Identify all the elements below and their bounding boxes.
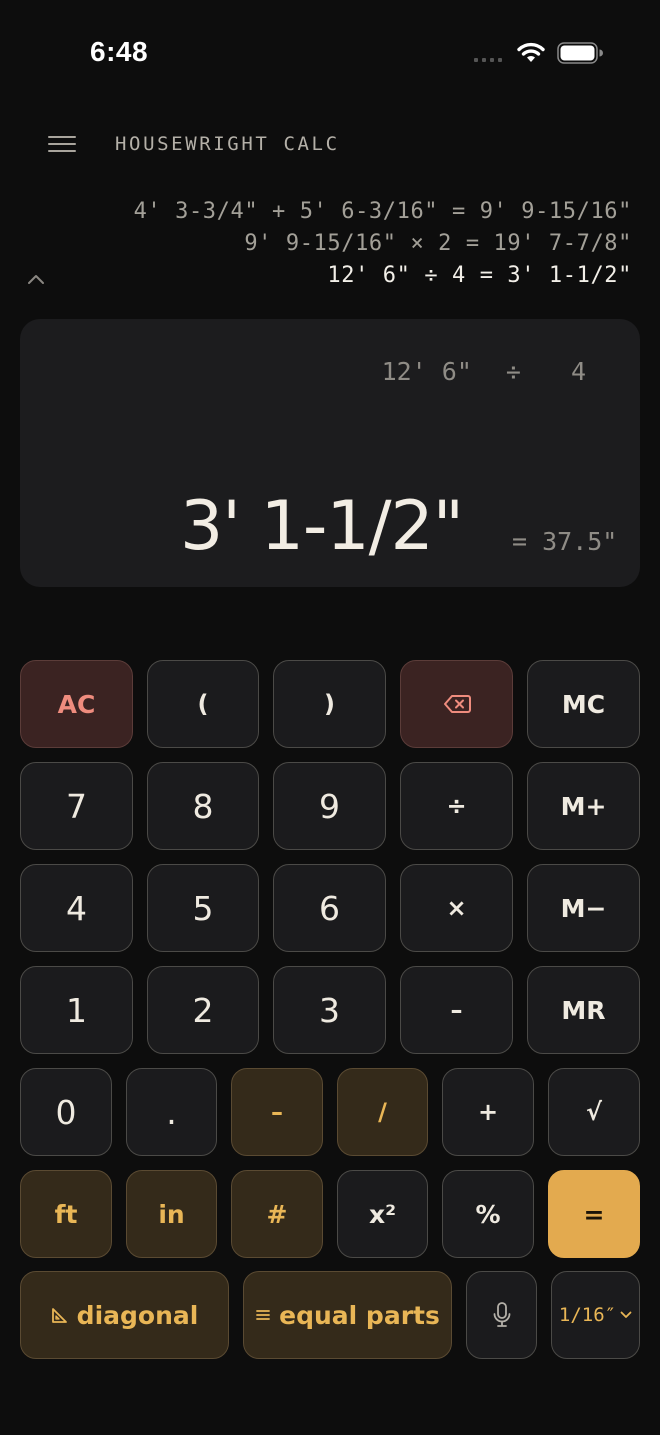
voice-input-button[interactable] — [466, 1271, 537, 1359]
backspace-icon — [443, 695, 471, 713]
key-1[interactable]: 1 — [20, 966, 133, 1054]
app-title: HOUSEWRIGHT CALC — [115, 133, 340, 155]
equal-parts-button[interactable]: equal parts — [243, 1271, 452, 1359]
key-2[interactable]: 2 — [147, 966, 259, 1054]
memory-clear-button[interactable]: MC — [527, 660, 640, 748]
status-time: 6:48 — [90, 36, 149, 67]
backspace-button[interactable] — [400, 660, 513, 748]
expression-line: 12' 6" ÷ 4 — [382, 357, 586, 386]
microphone-icon — [493, 1302, 510, 1327]
equal-parts-label: equal parts — [279, 1300, 440, 1330]
percent-button[interactable]: % — [442, 1170, 534, 1258]
square-root-button[interactable]: √ — [548, 1068, 640, 1156]
wifi-icon — [517, 42, 545, 62]
signal-icon — [474, 58, 502, 62]
key-3[interactable]: 3 — [273, 966, 386, 1054]
operand-1: 12' 6" — [381, 357, 472, 386]
equals-button[interactable]: = — [548, 1170, 640, 1258]
battery-icon — [557, 42, 603, 64]
calculator-display: 12' 6" ÷ 4 3' 1-1/2" = 37.5" — [20, 319, 640, 587]
decimal-equivalent: = 37.5" — [512, 527, 618, 556]
key-8[interactable]: 8 — [147, 762, 259, 850]
history-line-current[interactable]: 12' 6" ÷ 4 = 3' 1-1/2" — [134, 260, 632, 292]
key-0[interactable]: 0 — [20, 1068, 112, 1156]
key-5[interactable]: 5 — [147, 864, 259, 952]
feet-button[interactable]: ft — [20, 1170, 112, 1258]
divide-button[interactable]: ÷ — [400, 762, 513, 850]
fraction-dash-button[interactable]: – — [231, 1068, 323, 1156]
right-paren-button[interactable]: ) — [273, 660, 386, 748]
multiply-button[interactable]: × — [400, 864, 513, 952]
memory-recall-button[interactable]: MR — [527, 966, 640, 1054]
key-9[interactable]: 9 — [273, 762, 386, 850]
memory-add-button[interactable]: M+ — [527, 762, 640, 850]
operand-2: 4 — [570, 357, 586, 386]
precision-value: 1/16″ — [558, 1304, 617, 1326]
decimal-point-button[interactable]: . — [126, 1068, 217, 1156]
add-button[interactable]: + — [442, 1068, 534, 1156]
equal-parts-icon — [256, 1310, 271, 1320]
all-clear-button[interactable]: AC — [20, 660, 133, 748]
operator: ÷ — [505, 357, 521, 386]
ruler-triangle-icon — [51, 1308, 67, 1323]
inch-button[interactable]: in — [126, 1170, 217, 1258]
diagonal-label: diagonal — [76, 1300, 199, 1330]
memory-subtract-button[interactable]: M− — [527, 864, 640, 952]
precision-selector[interactable]: 1/16″ — [551, 1271, 640, 1359]
menu-icon[interactable] — [48, 136, 76, 156]
history-tape: 4' 3-3/4" + 5' 6-3/16" = 9' 9-15/16" 9' … — [134, 196, 632, 292]
history-line[interactable]: 4' 3-3/4" + 5' 6-3/16" = 9' 9-15/16" — [134, 196, 632, 228]
fraction-slash-button[interactable]: / — [337, 1068, 428, 1156]
history-line[interactable]: 9' 9-15/16" × 2 = 19' 7-7/8" — [134, 228, 632, 260]
chevron-down-icon — [620, 1311, 632, 1318]
square-button[interactable]: x² — [337, 1170, 428, 1258]
subtract-button[interactable]: – — [400, 966, 513, 1054]
key-7[interactable]: 7 — [20, 762, 133, 850]
key-6[interactable]: 6 — [273, 864, 386, 952]
pound-button[interactable]: # — [231, 1170, 323, 1258]
left-paren-button[interactable]: ( — [147, 660, 259, 748]
key-4[interactable]: 4 — [20, 864, 133, 952]
result-value: 3' 1-1/2" — [180, 487, 464, 566]
chevron-up-icon[interactable] — [26, 272, 46, 286]
calculator-screen: 6:48 HOUSEWRIGHT CALC 4' 3-3/4" + 5' 6-3… — [0, 0, 660, 1435]
diagonal-button[interactable]: diagonal — [20, 1271, 229, 1359]
